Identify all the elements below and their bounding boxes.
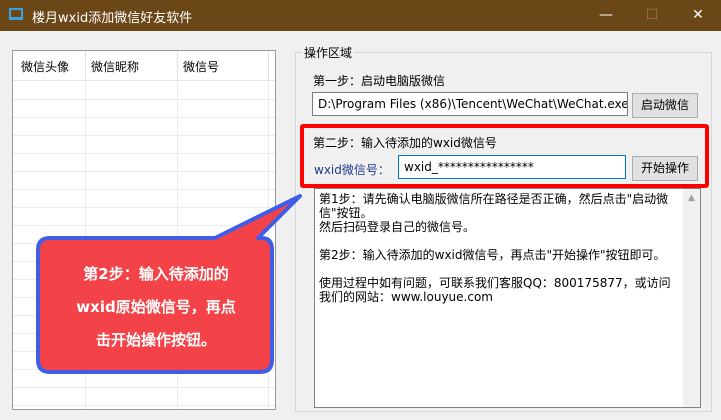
callout-line: 第2步：输入待添加的 xyxy=(83,265,229,283)
callout-line: wxid原始微信号，再点 xyxy=(76,298,236,316)
callout-line: 击开始操作按钮。 xyxy=(95,331,216,349)
callout-text: 第2步：输入待添加的 wxid原始微信号，再点 击开始操作按钮。 xyxy=(40,258,272,357)
callout-bubble xyxy=(36,194,302,374)
